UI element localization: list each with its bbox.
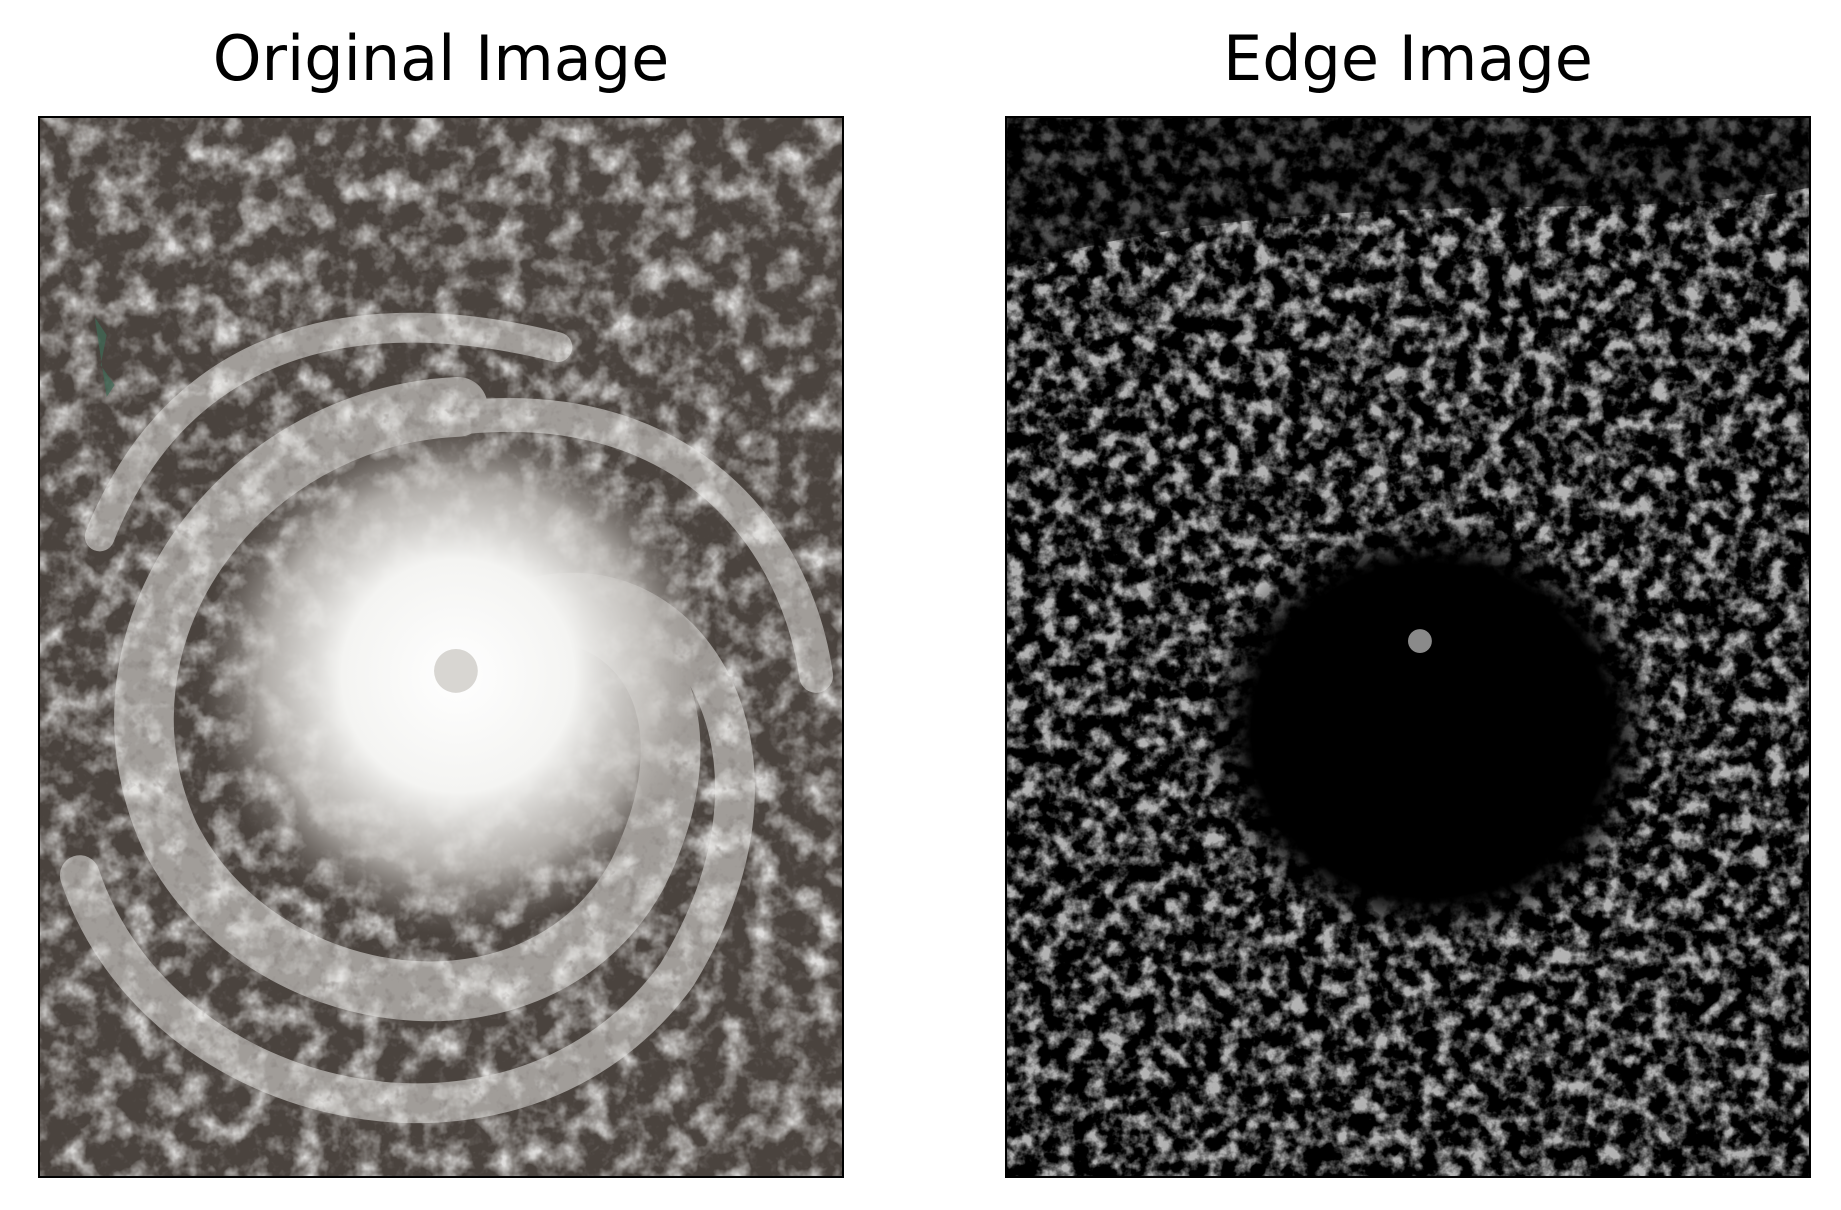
edge-detection-image bbox=[1007, 118, 1809, 1176]
edge-image-panel bbox=[1005, 116, 1811, 1178]
cyclone-satellite-image bbox=[40, 118, 842, 1176]
original-image-panel bbox=[38, 116, 844, 1178]
edge-image-title: Edge Image bbox=[1223, 22, 1593, 95]
original-image-title: Original Image bbox=[212, 22, 670, 95]
